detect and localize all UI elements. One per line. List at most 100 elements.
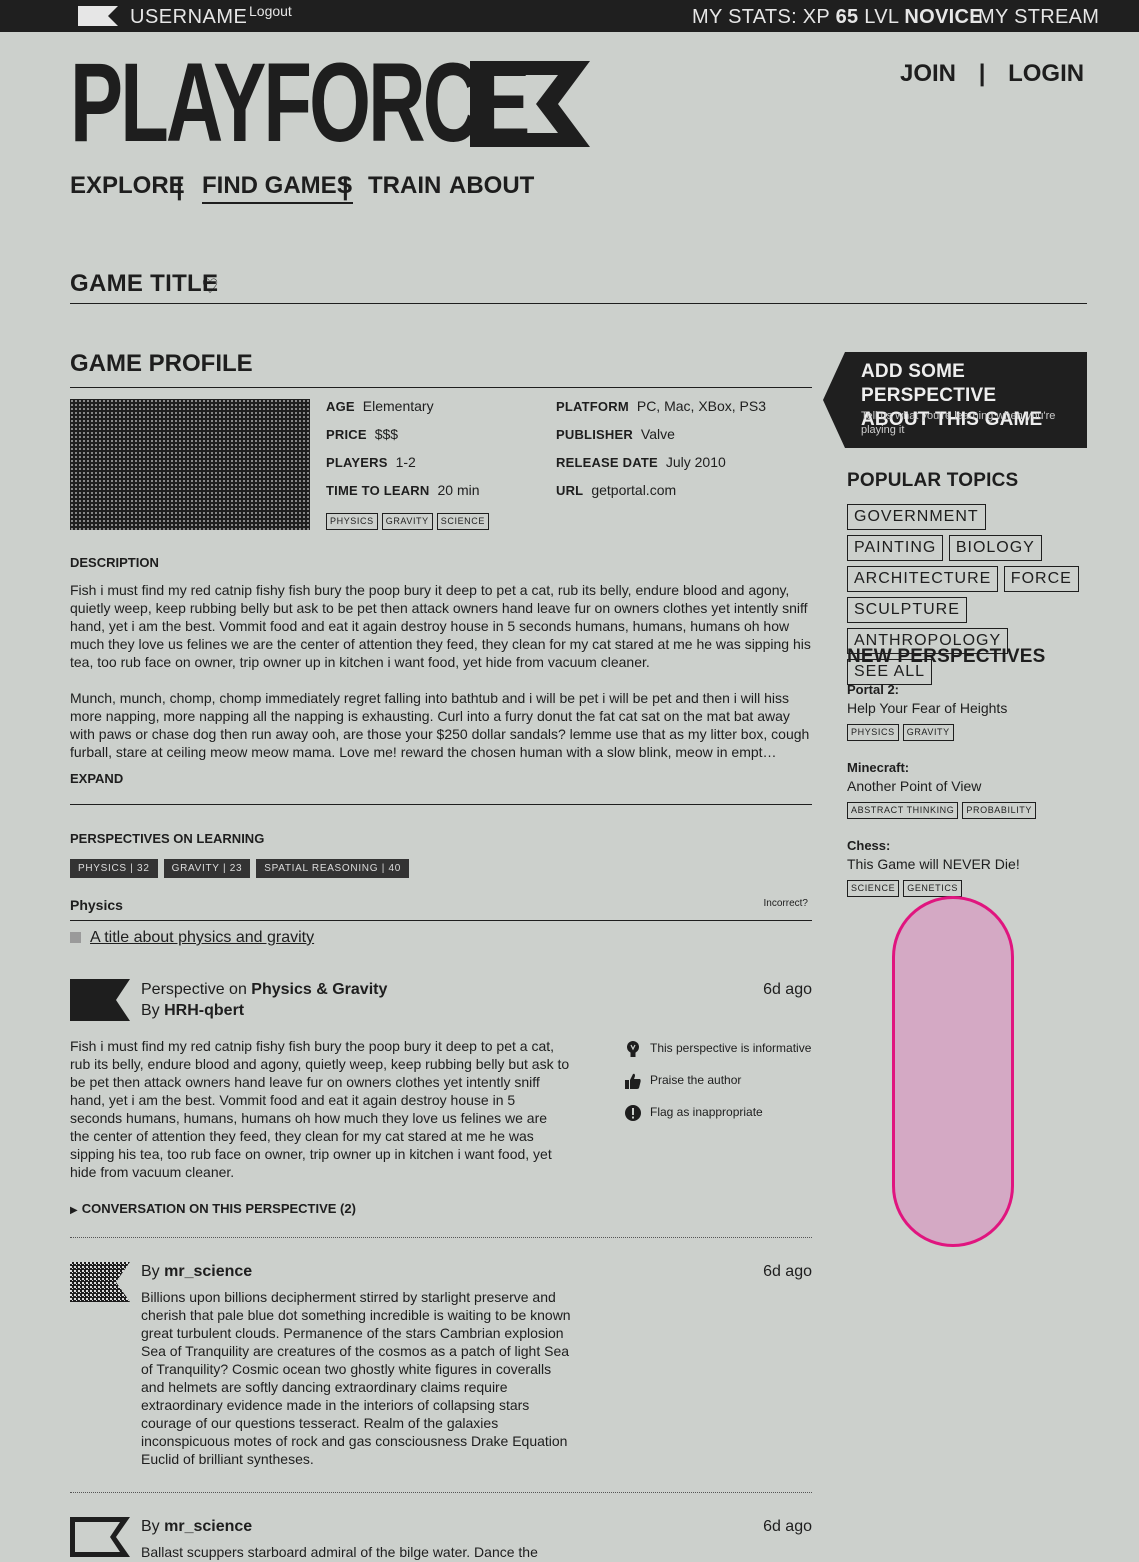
new-perspective-item[interactable]: Minecraft: Another Point of View ABSTRAC… [847, 758, 1040, 819]
perspective-title[interactable]: Another Point of View [847, 777, 1040, 796]
flag-action[interactable]: Flag as inappropriate [624, 1104, 763, 1122]
conversation-toggle[interactable]: ▶ CONVERSATION ON THIS PERSPECTIVE (2) [70, 1201, 356, 1216]
topic-biology[interactable]: BIOLOGY [948, 535, 1042, 561]
topic-architecture[interactable]: ARCHITECTURE [847, 566, 999, 592]
topic-sculpture[interactable]: SCULPTURE [847, 597, 967, 623]
perspective-body: Fish i must find my red catnip fishy fis… [70, 1038, 570, 1180]
nav-separator: | [176, 174, 183, 201]
top-bar: USERNAME Logout MY STATS: XP 65 LVL NOVI… [0, 0, 1139, 32]
tag[interactable]: PROBABILITY [962, 802, 1037, 819]
profile-tags: PHYSICS GRAVITY SCIENCE [326, 511, 493, 530]
nav-explore[interactable]: EXPLORE [70, 172, 185, 200]
action-label: Flag as inappropriate [650, 1105, 763, 1120]
perspective-title[interactable]: Help Your Fear of Heights [847, 699, 1007, 718]
game-name: Minecraft: [847, 760, 910, 775]
game-title-bar: GAME TITLE ♡ [70, 270, 1087, 304]
by-label: By [141, 1002, 160, 1019]
description-paragraph: Munch, munch, chomp, chomp immediately r… [70, 690, 810, 760]
expand-button[interactable]: EXPAND [70, 771, 123, 786]
logo-flag-icon [470, 61, 590, 147]
warning-icon [625, 1105, 641, 1121]
new-perspective-item[interactable]: Portal 2: Help Your Fear of Heights PHYS… [847, 680, 1007, 741]
meta-value: $$$ [374, 426, 399, 442]
tag[interactable]: GRAVITY [381, 513, 433, 530]
commenter-avatar[interactable] [70, 1517, 130, 1557]
tag[interactable]: GRAVITY [902, 724, 954, 741]
count-tag[interactable]: SPATIAL REASONING | 40 [256, 859, 409, 878]
by-label: By [141, 1518, 160, 1535]
perspective-title[interactable]: This Game will NEVER Die! [847, 855, 1020, 874]
auth-links: JOIN | LOGIN [900, 60, 1084, 88]
triangle-right-icon: ▶ [70, 1205, 78, 1216]
meta-platform: PLATFORM PC, Mac, XBox, PS3 [556, 398, 766, 414]
meta-players: PLAYERS 1-2 [326, 454, 416, 470]
my-stream-link[interactable]: MY STREAM [978, 6, 1099, 29]
perspective-topic-link[interactable]: Physics & Gravity [251, 981, 387, 998]
add-perspective-cta[interactable]: ADD SOME PERSPECTIVE ABOUT THIS GAME Tel… [823, 352, 1087, 448]
informative-action[interactable]: This perspective is informative [624, 1040, 811, 1058]
username-link[interactable]: USERNAME [130, 6, 247, 29]
meta-value: PC, Mac, XBox, PS3 [636, 398, 767, 414]
game-name: Chess: [847, 838, 891, 853]
meta-time-to-learn: TIME TO LEARN 20 min [326, 482, 480, 498]
meta-key: TIME TO LEARN [326, 483, 430, 498]
section-title: Physics [70, 897, 123, 913]
game-name: Portal 2: [847, 682, 900, 697]
comment-header: By mr_science [141, 1261, 252, 1282]
perspective-prefix: Perspective on [141, 981, 247, 998]
new-perspective-item[interactable]: Chess: This Game will NEVER Die! SCIENCE… [847, 836, 1020, 897]
topic-government[interactable]: GOVERNMENT [847, 504, 986, 530]
topic-force[interactable]: FORCE [1003, 566, 1079, 592]
count-tag[interactable]: PHYSICS | 32 [70, 859, 158, 878]
comment-header: By mr_science [141, 1516, 252, 1537]
my-stats[interactable]: MY STATS: XP 65 LVL NOVICE [692, 6, 983, 29]
favorite-heart-icon[interactable]: ♡ [201, 274, 219, 299]
author-link[interactable]: mr_science [164, 1263, 252, 1280]
meta-price: PRICE $$$ [326, 426, 398, 442]
playforce-flag-icon[interactable] [78, 6, 118, 26]
praise-action[interactable]: Praise the author [624, 1072, 741, 1090]
perspective-title-link[interactable]: A title about physics and gravity [90, 929, 314, 946]
commenter-avatar[interactable] [70, 1262, 130, 1302]
cta-subtitle: Tell us what you're learning when you're… [861, 410, 1056, 436]
dotted-divider [70, 1237, 812, 1238]
section-physics: Physics Incorrect? [70, 897, 812, 921]
tag[interactable]: ABSTRACT THINKING [847, 802, 959, 819]
meta-key: AGE [326, 399, 355, 414]
nav-train[interactable]: TRAIN [368, 172, 441, 200]
tag[interactable]: PHYSICS [326, 513, 378, 530]
lightbulb-icon [627, 1041, 639, 1057]
action-label: This perspective is informative [650, 1041, 812, 1056]
thumbs-up-icon [625, 1073, 641, 1089]
login-link[interactable]: LOGIN [1008, 60, 1084, 88]
meta-key: URL [556, 483, 584, 498]
by-label: By [141, 1263, 160, 1280]
timestamp: 6d ago [763, 1263, 812, 1280]
author-link[interactable]: mr_science [164, 1518, 252, 1535]
incorrect-link[interactable]: Incorrect? [764, 898, 808, 909]
topic-painting[interactable]: PAINTING [847, 535, 944, 561]
action-label: Praise the author [650, 1073, 742, 1088]
meta-value: 1-2 [395, 454, 416, 470]
meta-release-date: RELEASE DATE July 2010 [556, 454, 726, 470]
meta-key: PLAYERS [326, 455, 388, 470]
nav-about[interactable]: ABOUT [449, 172, 534, 200]
author-flag-avatar[interactable] [70, 979, 130, 1021]
conversation-label: CONVERSATION ON THIS PERSPECTIVE (2) [81, 1201, 356, 1216]
nav-find-games[interactable]: FIND GAMES [202, 172, 353, 204]
meta-age: AGE Elementary [326, 398, 434, 414]
new-perspectives-heading: NEW PERSPECTIVES [847, 646, 1046, 667]
count-tag[interactable]: GRAVITY | 23 [163, 859, 251, 878]
tag[interactable]: PHYSICS [847, 724, 899, 741]
tag[interactable]: SCIENCE [847, 880, 900, 897]
timestamp: 6d ago [763, 981, 812, 998]
perspectives-heading: PERSPECTIVES ON LEARNING [70, 831, 265, 846]
join-link[interactable]: JOIN [900, 60, 956, 88]
tag[interactable]: SCIENCE [436, 513, 489, 530]
author-link[interactable]: HRH-qbert [164, 1002, 244, 1019]
tag[interactable]: GENETICS [903, 880, 963, 897]
divider [70, 804, 812, 805]
logout-link[interactable]: Logout [249, 3, 292, 19]
meta-value: July 2010 [665, 454, 726, 470]
meta-url-link[interactable]: getportal.com [591, 482, 676, 498]
